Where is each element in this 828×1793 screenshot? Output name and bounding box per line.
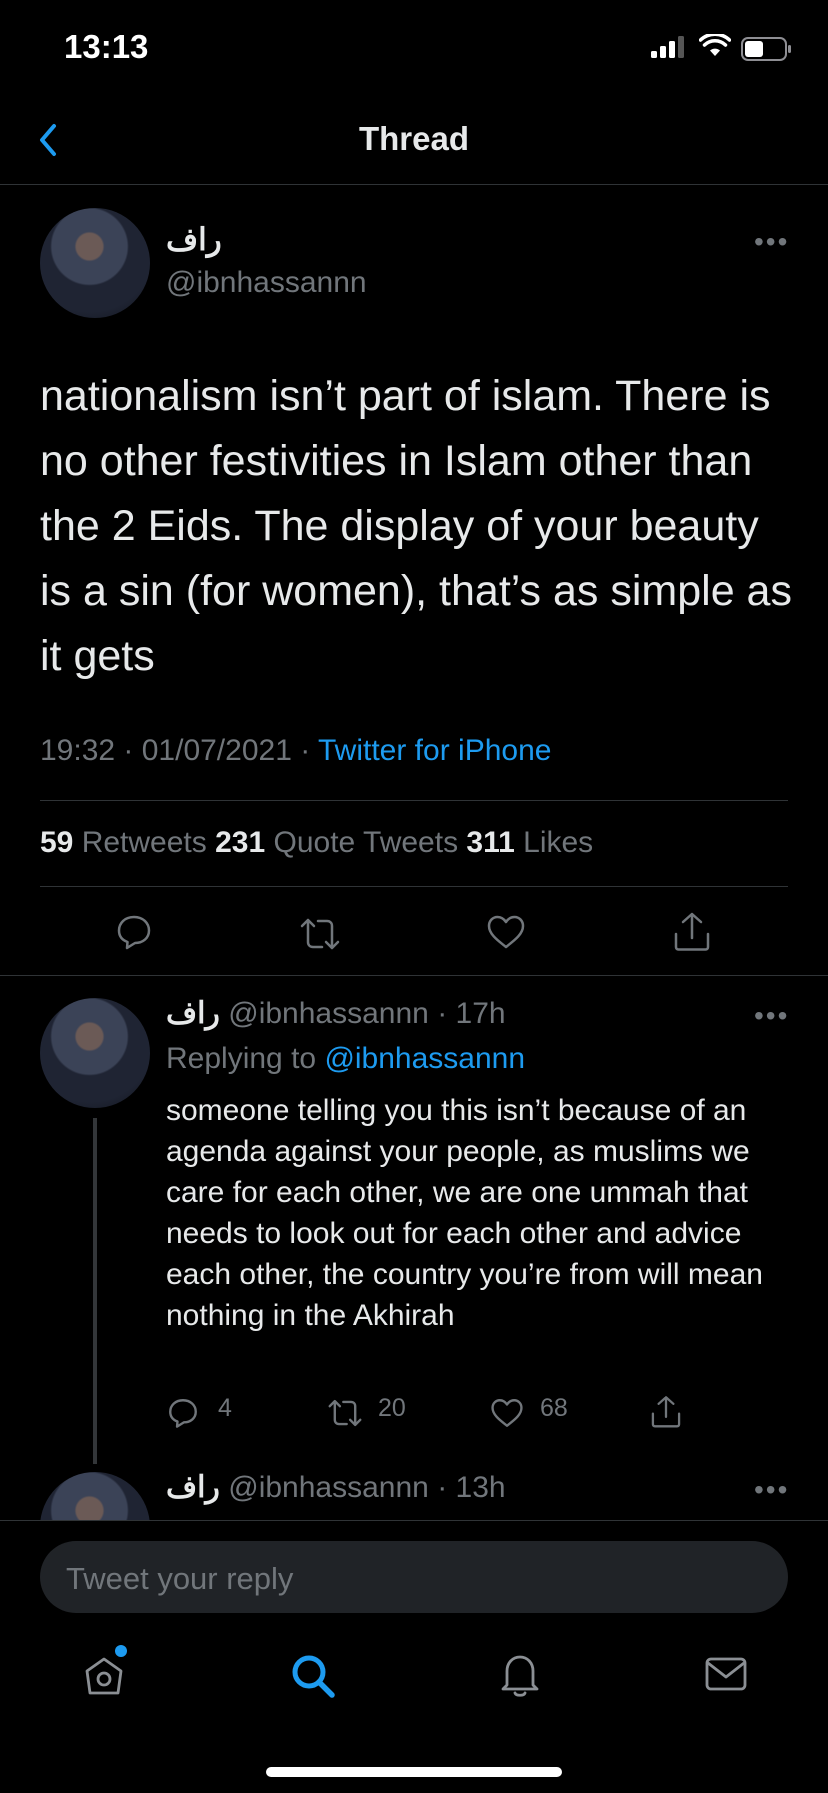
more-icon[interactable]: •••	[754, 226, 789, 258]
avatar[interactable]	[40, 208, 150, 318]
reply-header[interactable]: راف @ibnhassannn · 13h	[166, 1470, 506, 1505]
more-icon[interactable]: •••	[754, 1000, 789, 1032]
search-icon[interactable]	[290, 1653, 336, 1699]
like-icon[interactable]	[488, 1396, 526, 1430]
notifications-icon[interactable]	[498, 1651, 542, 1699]
divider	[40, 800, 788, 801]
share-icon[interactable]	[648, 1394, 684, 1430]
reply-header[interactable]: راف @ibnhassannn · 17h	[166, 996, 506, 1031]
likes-stat[interactable]: 311 Likes	[466, 826, 593, 859]
retweet-count: 20	[378, 1394, 406, 1422]
wifi-icon	[699, 34, 731, 56]
more-icon[interactable]: •••	[754, 1474, 789, 1506]
status-bar: 13:13	[0, 0, 828, 96]
retweets-stat[interactable]: 59 Retweets	[40, 826, 215, 859]
home-notification-dot	[115, 1645, 127, 1657]
page-title: Thread	[358, 120, 470, 157]
like-count: 68	[540, 1394, 568, 1422]
tweet-text: nationalism isn’t part of islam. There i…	[40, 372, 792, 680]
reply-count: 4	[218, 1394, 232, 1422]
divider	[0, 975, 828, 976]
thread-connector-line	[93, 1118, 97, 1464]
tweet-stats: 59 Retweets 231 Quote Tweets 311 Likes	[40, 826, 593, 860]
like-icon[interactable]	[484, 912, 528, 952]
bottom-composer: Tweet your reply	[0, 1520, 828, 1793]
reply-text: someone telling you this isn’t because o…	[166, 1094, 763, 1332]
home-indicator	[266, 1767, 562, 1777]
replying-to: Replying to @ibnhassannn	[166, 1042, 526, 1075]
signal-icon	[651, 36, 684, 58]
author-handle[interactable]: @ibnhassannn	[166, 266, 367, 300]
reply-author-name: راف	[166, 1471, 220, 1504]
tweet-meta: 19:32 · 01/07/2021 · Twitter for iPhone	[40, 734, 551, 768]
tweet-datetime: 19:32 · 01/07/2021 ·	[40, 734, 318, 767]
share-icon[interactable]	[670, 910, 714, 954]
reply-handle-time: @ibnhassannn · 13h	[219, 1471, 506, 1504]
reply-placeholder: Tweet your reply	[66, 1561, 294, 1596]
retweet-icon[interactable]	[298, 914, 342, 954]
quote-tweets-stat[interactable]: 231 Quote Tweets	[215, 826, 466, 859]
avatar[interactable]	[40, 998, 150, 1108]
messages-icon[interactable]	[704, 1655, 748, 1695]
reply-handle-time: @ibnhassannn · 17h	[219, 997, 506, 1030]
status-time: 13:13	[64, 28, 149, 65]
retweet-icon[interactable]	[326, 1396, 364, 1430]
tweet-source-link[interactable]: Twitter for iPhone	[318, 734, 551, 767]
reply-icon[interactable]	[166, 1396, 200, 1430]
replying-to-handle[interactable]: @ibnhassannn	[324, 1042, 525, 1075]
battery-icon	[741, 37, 791, 61]
home-icon[interactable]	[82, 1653, 126, 1697]
reply-icon[interactable]	[114, 912, 154, 952]
thread-header: Thread	[0, 96, 828, 185]
reply-input[interactable]: Tweet your reply	[40, 1541, 788, 1613]
reply-author-name: راف	[166, 997, 220, 1030]
author-name[interactable]: راف	[166, 222, 222, 258]
divider	[40, 886, 788, 887]
